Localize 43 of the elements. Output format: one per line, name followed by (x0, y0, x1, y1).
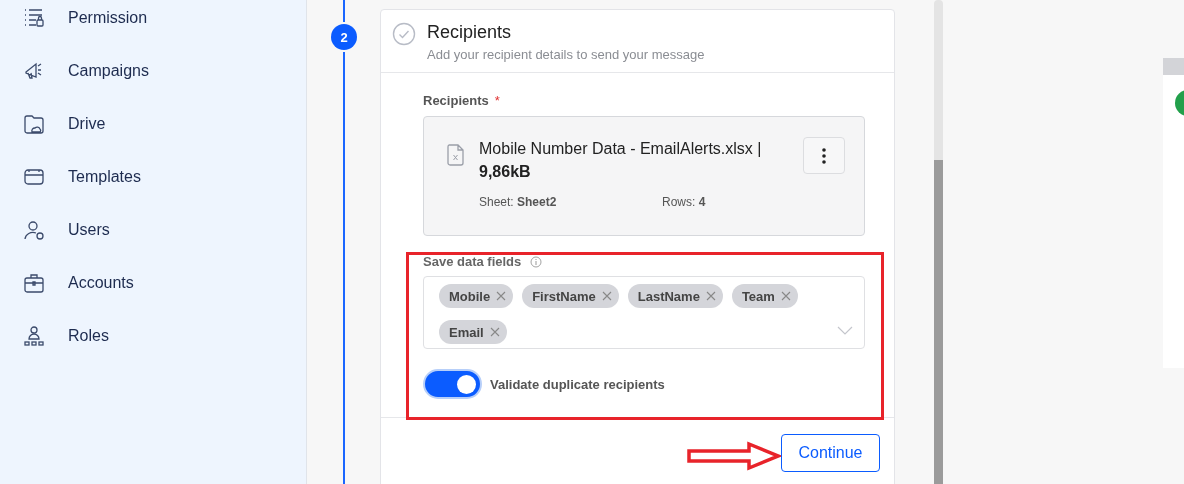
tag-label: Mobile (449, 288, 491, 304)
sidebar-item[interactable]: Users (0, 203, 306, 256)
close-icon[interactable] (496, 291, 507, 301)
step-number: 2 (331, 24, 357, 50)
check-circle-icon (392, 22, 416, 46)
chevron-down-icon[interactable] (837, 326, 853, 335)
tag-label: Email (449, 324, 484, 340)
toggle-switch[interactable] (423, 369, 482, 399)
multi-select-field[interactable]: Mobile FirstName LastName Team Email (423, 276, 865, 349)
field-label: Save data fields (423, 254, 522, 269)
sidebar-item[interactable]: Campaigns (0, 44, 306, 97)
tag-label: Team (741, 288, 775, 304)
close-icon[interactable] (601, 291, 612, 301)
sidebar-item[interactable]: Templates (0, 150, 306, 203)
briefcase-icon (23, 271, 45, 294)
info-icon (530, 255, 543, 268)
org-chart-icon (23, 324, 45, 347)
kebab-icon (822, 147, 826, 164)
sidebar-item[interactable]: Roles (0, 309, 306, 362)
file-name: Mobile Number Data - EmailAlerts.xlsx | 9,86kB (479, 139, 763, 182)
row-count: Rows: 4 (662, 195, 706, 209)
field-label: Recipients (423, 93, 489, 108)
scrollbar[interactable] (934, 0, 943, 484)
sidebar-item[interactable]: Drive (0, 97, 306, 150)
more-options-button[interactable] (803, 137, 845, 174)
close-icon[interactable] (780, 291, 791, 301)
user-gear-icon (23, 218, 45, 241)
tag-label: LastName (637, 288, 700, 304)
file-icon (447, 144, 465, 166)
sidebar-item[interactable]: Permission (0, 0, 306, 44)
close-icon[interactable] (705, 291, 716, 301)
toggle-label: Validate duplicate recipients (490, 376, 665, 392)
tag-label: FirstName (532, 288, 596, 304)
step-title: Recipients (427, 22, 513, 43)
required-mark: * (494, 93, 500, 108)
step-subtitle: Add your recipient details to send your message (427, 47, 705, 62)
list-lock-icon (23, 6, 45, 29)
continue-button[interactable]: Continue (781, 434, 880, 472)
sheet-name: Sheet: Sheet2 (479, 195, 558, 209)
panel-header (1163, 58, 1184, 75)
folder-cloud-icon (23, 112, 45, 135)
sidebar-item[interactable]: Accounts (0, 256, 306, 309)
close-icon[interactable] (489, 327, 500, 337)
